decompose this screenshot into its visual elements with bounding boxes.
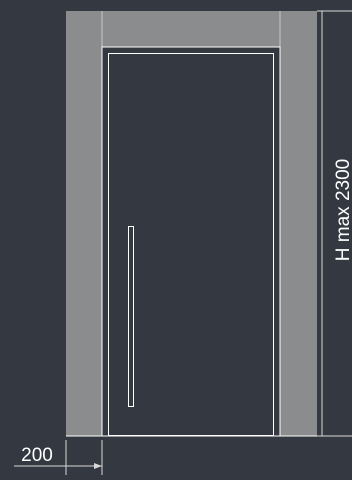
right-wall-jamb	[280, 11, 317, 436]
top-lintel	[102, 11, 280, 47]
wall-width-label: 200	[21, 445, 53, 466]
door-drawing-canvas: H max 2300 200	[0, 0, 352, 475]
height-dimension-label: H max 2300	[333, 159, 352, 261]
left-wall-jamb	[66, 11, 102, 436]
door-elevation-diagram: H max 2300 200	[0, 0, 352, 475]
